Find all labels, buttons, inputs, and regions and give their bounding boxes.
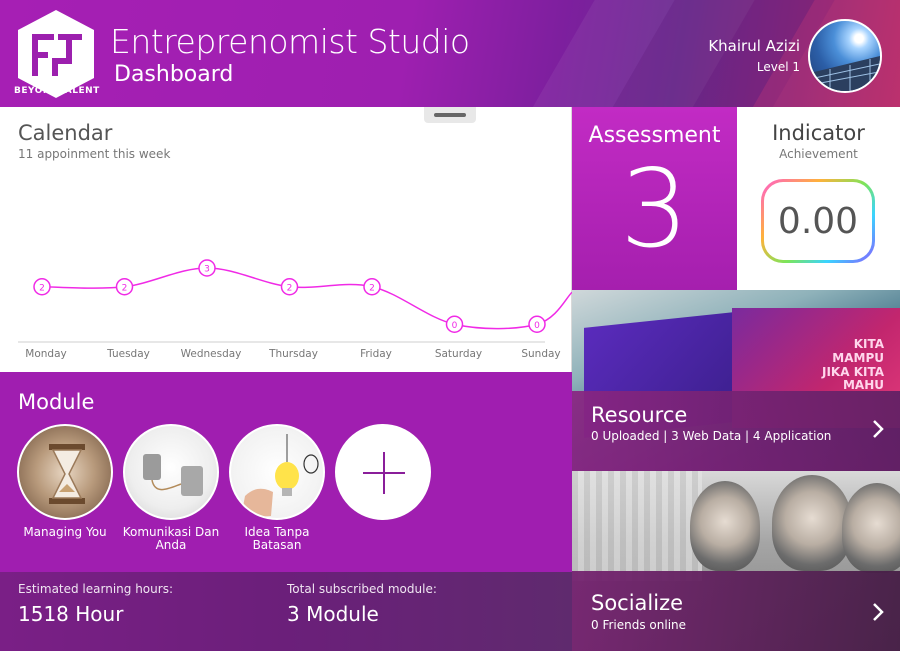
chart-point-label: 2 — [369, 283, 375, 293]
brochure-line: KITA — [853, 337, 884, 351]
chart-x-tick-label: Tuesday — [106, 348, 150, 360]
module-item-komunikasi[interactable]: Komunikasi Dan Anda — [116, 424, 226, 552]
learning-hours-label: Estimated learning hours: — [18, 582, 173, 596]
chevron-right-icon[interactable] — [872, 602, 884, 622]
friend-photo — [842, 483, 900, 573]
chart-x-tick-label: Thursday — [268, 348, 318, 360]
friend-photo — [690, 481, 760, 571]
brand-name: BEYONDTALENT — [14, 86, 100, 96]
assessment-title: Assessment — [588, 123, 721, 148]
app-header: BEYONDTALENT Entreprenomist Studio Dashb… — [0, 0, 900, 107]
app-title: Entreprenomist Studio — [110, 22, 470, 61]
resource-tile[interactable]: KITA MAMPU JIKA KITA MAHU Resource 0 Upl… — [572, 290, 900, 471]
add-module-button[interactable] — [328, 424, 438, 520]
tin-can-phone-icon[interactable] — [123, 424, 219, 520]
resource-subtitle: 0 Uploaded | 3 Web Data | 4 Application — [591, 429, 832, 443]
plus-icon-bar — [383, 452, 385, 494]
brochure-line: JIKA KITA — [822, 364, 884, 379]
module-label: Managing You — [23, 525, 107, 539]
friend-photo — [772, 475, 852, 571]
socialize-title: Socialize — [591, 591, 684, 615]
chart-series-line — [41, 267, 572, 330]
chart-x-tick-label: Sunday — [521, 348, 560, 360]
lightbulb-image — [241, 434, 319, 518]
subscribed-module-label: Total subscribed module: — [287, 582, 437, 596]
module-label: Komunikasi Dan Anda — [122, 525, 220, 553]
background-image — [572, 471, 702, 581]
assessment-value: 3 — [620, 147, 689, 272]
learning-hours-value: 1518 Hour — [18, 602, 124, 626]
calendar-panel: Calendar 11 appoinment this week 2 Monday… — [0, 107, 572, 372]
chart-point-label: 2 — [39, 283, 45, 293]
indicator-tile[interactable]: Indicator Achievement 0.00 — [737, 107, 900, 290]
chart-point-label: 3 — [204, 265, 210, 275]
module-panel: Module Managing You Komunikasi Dan Anda — [0, 372, 572, 572]
achievement-box: 0.00 — [761, 179, 875, 263]
brochure-line: MAMPU — [832, 350, 884, 365]
chart-x-tick-label: Wednesday — [181, 348, 242, 360]
socialize-tile[interactable]: Socialize 0 Friends online — [572, 471, 900, 651]
avatar[interactable] — [808, 19, 882, 93]
indicator-subtitle: Achievement — [779, 147, 858, 161]
plus-icon[interactable] — [335, 424, 431, 520]
page-title: Dashboard — [114, 62, 234, 87]
lightbulb-icon[interactable] — [229, 424, 325, 520]
user-level: Level 1 — [756, 60, 800, 74]
indicator-title: Indicator — [772, 121, 865, 145]
chart-point-label: 0 — [452, 321, 458, 331]
module-title: Module — [18, 390, 95, 414]
achievement-value: 0.00 — [764, 182, 872, 260]
module-label: Idea Tanpa Batasan — [244, 525, 310, 553]
hourglass-image — [49, 444, 85, 504]
calendar-chart: 2 Monday 2 Tuesday 3 Wednesday 2 Thursday 2 Frida… — [18, 259, 572, 360]
chart-x-tick-label: Monday — [25, 348, 66, 360]
subscribed-module-value: 3 Module — [287, 602, 379, 626]
module-item-managing-you[interactable]: Managing You — [10, 424, 120, 539]
chart-point-label: 0 — [534, 321, 540, 331]
resource-caption: Resource 0 Uploaded | 3 Web Data | 4 App… — [572, 391, 900, 471]
resource-title: Resource — [591, 403, 688, 427]
module-item-idea[interactable]: Idea Tanpa Batasan — [222, 424, 332, 552]
stats-bar: Estimated learning hours: 1518 Hour Tota… — [0, 572, 572, 651]
hourglass-icon[interactable] — [17, 424, 113, 520]
assessment-tile[interactable]: Assessment 3 — [572, 107, 737, 290]
chart-point-label: 2 — [122, 283, 128, 293]
brochure-text: KITA MAMPU JIKA KITA MAHU — [822, 337, 884, 393]
user-name[interactable]: Khairul Azizi — [708, 37, 800, 55]
tin-can-image — [143, 454, 203, 496]
socialize-subtitle: 0 Friends online — [591, 618, 687, 632]
chart-point-label: 2 — [287, 283, 293, 293]
chart-x-tick-label: Friday — [360, 348, 392, 360]
chevron-right-icon[interactable] — [872, 419, 884, 439]
chart-x-tick-label: Saturday — [435, 348, 482, 360]
socialize-caption: Socialize 0 Friends online — [572, 571, 900, 651]
